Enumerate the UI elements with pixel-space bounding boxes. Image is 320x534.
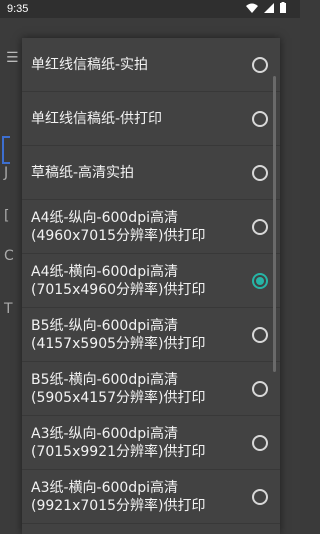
option-label: A4纸-纵向-600dpi高清	[31, 209, 178, 226]
radio-button[interactable]	[252, 164, 268, 181]
option-item[interactable]: B5纸-横向-600dpi高清 (5905x4157分辨率)供打印	[22, 362, 280, 416]
radio-button[interactable]	[252, 326, 268, 343]
background-glyph: [	[4, 208, 10, 224]
option-label: 单红线信稿纸-供打印	[31, 110, 163, 127]
battery-icon	[280, 2, 286, 13]
option-sublabel: (4157x5905分辨率)供打印	[31, 335, 206, 352]
radio-button[interactable]	[252, 218, 268, 235]
background-tab-indicator	[2, 136, 10, 164]
option-sublabel: (7015x4960分辨率)供打印	[31, 281, 206, 298]
status-time: 9:35	[7, 3, 29, 15]
option-item-selected[interactable]: A4纸-横向-600dpi高清 (7015x4960分辨率)供打印	[22, 254, 280, 308]
option-item[interactable]: 草稿纸-高清实拍	[22, 146, 280, 200]
option-item[interactable]: B5纸-纵向-600dpi高清 (4157x5905分辨率)供打印	[22, 308, 280, 362]
option-item[interactable]: 单红线信稿纸-实拍	[22, 38, 280, 92]
option-item[interactable]: A4纸-纵向-600dpi高清 (4960x7015分辨率)供打印	[22, 200, 280, 254]
option-item[interactable]: A3纸-纵向-600dpi高清 (7015x9921分辨率)供打印	[22, 416, 280, 470]
option-label: 草稿纸-高清实拍	[31, 164, 135, 181]
option-label: A4纸-横向-600dpi高清	[31, 263, 178, 280]
radio-button[interactable]	[252, 56, 268, 73]
option-label: A3纸-横向-600dpi高清	[31, 479, 178, 496]
option-item[interactable]: A3纸-横向-600dpi高清 (9921x7015分辨率)供打印	[22, 470, 280, 524]
option-sublabel: (9921x7015分辨率)供打印	[31, 497, 206, 514]
radio-button[interactable]	[252, 380, 268, 397]
menu-icon: ☰	[6, 50, 19, 66]
option-label: B5纸-纵向-600dpi高清	[31, 317, 178, 334]
background-glyph: J	[4, 165, 9, 181]
radio-button[interactable]	[252, 110, 268, 127]
radio-button[interactable]	[252, 488, 268, 505]
status-bar: 9:35	[0, 0, 300, 18]
option-item[interactable]: 单红线信稿纸-供打印	[22, 92, 280, 146]
wifi-icon	[246, 3, 258, 13]
option-sublabel: (4960x7015分辨率)供打印	[31, 227, 206, 244]
option-sublabel: (7015x9921分辨率)供打印	[31, 443, 206, 460]
radio-button[interactable]	[252, 434, 268, 451]
background-glyph: C	[4, 248, 14, 264]
scrollbar[interactable]	[273, 76, 276, 372]
option-label: A3纸-纵向-600dpi高清	[31, 425, 178, 442]
signal-icon	[264, 2, 274, 13]
background-glyph: T	[4, 301, 13, 317]
paper-type-dialog: 单红线信稿纸-实拍 单红线信稿纸-供打印 草稿纸-高清实拍 A4纸-纵向-600…	[22, 38, 280, 534]
radio-button-checked[interactable]	[252, 272, 268, 289]
option-sublabel: (5905x4157分辨率)供打印	[31, 389, 206, 406]
option-label: 单红线信稿纸-实拍	[31, 56, 149, 73]
option-label: B5纸-横向-600dpi高清	[31, 371, 178, 388]
